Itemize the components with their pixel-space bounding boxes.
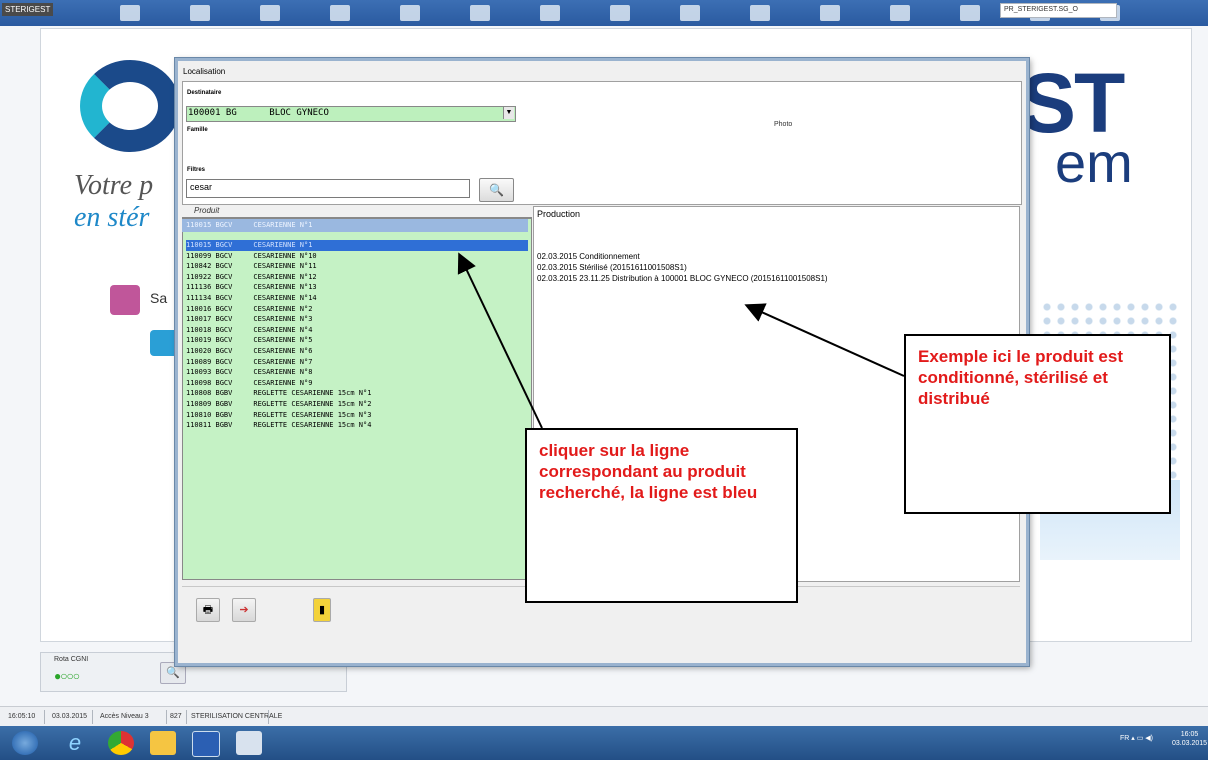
product-row[interactable]: 110016 BGCV CESARIENNE N°2 — [186, 304, 528, 315]
annotation-callout-left: cliquer sur la ligne correspondant au pr… — [525, 428, 798, 603]
toolbar-tile-icon[interactable] — [540, 5, 560, 21]
annotation-callout-right: Exemple ici le produit est conditionné, … — [904, 334, 1171, 514]
magnifier-icon: 🔍 — [489, 183, 504, 197]
background-brand-text-2: em — [1055, 131, 1133, 194]
print-icon: 🖶 — [202, 604, 214, 616]
exit-button[interactable]: ▮ — [313, 598, 331, 622]
toolbar-tile-icon[interactable] — [400, 5, 420, 21]
export-button[interactable]: ➔ — [232, 598, 256, 622]
internet-explorer-icon[interactable]: e — [62, 731, 88, 755]
background-tagline: Votre p — [74, 170, 154, 201]
status-server-field: PR_STERIGEST.SG_O — [1000, 3, 1117, 18]
toolbar-tile-icon[interactable] — [610, 5, 630, 21]
exit-door-icon: ▮ — [318, 604, 326, 616]
production-line: 02.03.2015 Stérilisé (20151611001508S1) — [537, 263, 687, 272]
chevron-down-icon[interactable]: ▼ — [503, 107, 514, 119]
status-bar: 16:05:10 03.03.2015 Accès Niveau 3 827 S… — [0, 706, 1208, 727]
product-row[interactable]: 110808 BGBV REGLETTE CESARIENNE 15cm N°1 — [186, 388, 528, 399]
famille-label: Famille — [187, 127, 208, 133]
destinataire-value: 100001 BG BLOC GYNECO — [188, 108, 329, 118]
production-line: 02.03.2015 23.11.25 Distribution à 10000… — [537, 274, 828, 283]
product-row[interactable]: 110020 BGCV CESARIENNE N°6 — [186, 346, 528, 357]
chrome-icon[interactable] — [108, 731, 134, 755]
filtre-value: cesar — [190, 182, 213, 192]
production-line: 02.03.2015 Conditionnement — [537, 252, 640, 261]
status-code: 827 — [170, 713, 182, 720]
rota-status-indicator: ●○○○ — [54, 669, 80, 683]
toolbar-tile-icon[interactable] — [750, 5, 770, 21]
toolbar-tile-icon[interactable] — [960, 5, 980, 21]
product-row[interactable]: 111134 BGCV CESARIENNE N°14 — [186, 293, 528, 304]
background-label: Sa — [150, 290, 168, 306]
product-row[interactable]: 110811 BGBV REGLETTE CESARIENNE 15cm N°4 — [186, 420, 528, 431]
export-icon: ➔ — [239, 604, 249, 616]
destinataire-label: Destinataire — [187, 90, 222, 96]
toolbar-tile-icon[interactable] — [820, 5, 840, 21]
status-date: 03.03.2015 — [52, 713, 88, 720]
product-row[interactable]: 110809 BGBV REGLETTE CESARIENNE 15cm N°2 — [186, 399, 528, 410]
product-row[interactable]: 110810 BGBV REGLETTE CESARIENNE 15cm N°3 — [186, 410, 528, 421]
product-row[interactable]: 111136 BGCV CESARIENNE N°13 — [186, 282, 528, 293]
dialog-title: Localisation — [183, 67, 226, 76]
product-row[interactable]: 110017 BGCV CESARIENNE N°3 — [186, 314, 528, 325]
product-row[interactable]: 110093 BGCV CESARIENNE N°8 — [186, 367, 528, 378]
product-row[interactable]: 110922 BGCV CESARIENNE N°12 — [186, 272, 528, 283]
start-button-icon[interactable] — [12, 731, 38, 755]
product-row[interactable]: 110089 BGCV CESARIENNE N°7 — [186, 357, 528, 368]
toolbar-tile-icon[interactable] — [330, 5, 350, 21]
product-row[interactable]: 110018 BGCV CESARIENNE N°4 — [186, 325, 528, 336]
system-tray[interactable]: FR ▴ ▭ ◀) — [1120, 734, 1153, 742]
search-button[interactable]: 🔍 — [479, 178, 514, 202]
taskbar-clock[interactable]: 16:05 03.03.2015 — [1172, 730, 1207, 748]
windows-taskbar: e — [0, 726, 1208, 760]
status-access: Accès Niveau 3 — [100, 713, 149, 720]
background-tile-icon — [110, 285, 140, 315]
toolbar-tile-icon[interactable] — [680, 5, 700, 21]
toolbar-tile-icon[interactable] — [260, 5, 280, 21]
product-row[interactable]: 110842 BGCV CESARIENNE N°11 — [186, 261, 528, 272]
print-button[interactable]: 🖶 — [196, 598, 220, 622]
photo-label: Photo — [774, 121, 793, 128]
sterigest-logo — [80, 60, 180, 152]
folder-icon[interactable] — [150, 731, 176, 755]
toolbar-tile-icon[interactable] — [890, 5, 910, 21]
product-row-selected[interactable]: 110015 BGCV CESARIENNE N°1 — [186, 240, 528, 251]
filtres-label: Filtres — [187, 167, 206, 173]
rota-label: Rota CGNI — [54, 656, 89, 663]
product-row[interactable]: 110098 BGCV CESARIENNE N°9 — [186, 378, 528, 389]
app-title: STERIGEST — [2, 3, 54, 16]
product-row[interactable]: 110019 BGCV CESARIENNE N°5 — [186, 335, 528, 346]
production-header: Production — [537, 209, 581, 219]
toolbar-tile-icon[interactable] — [120, 5, 140, 21]
background-tile-icon-2 — [150, 330, 178, 356]
toolbar-tile-icon[interactable] — [190, 5, 210, 21]
window-icon[interactable] — [236, 731, 262, 755]
magnifier-icon: 🔍 — [166, 667, 180, 679]
status-time: 16:05:10 — [8, 713, 36, 720]
filtre-input[interactable] — [186, 179, 470, 198]
background-tagline-2: en stér — [74, 202, 150, 233]
product-row[interactable]: 110099 BGCV CESARIENNE N°10 — [186, 251, 528, 262]
selected-row-top[interactable]: 110015 BGCV CESARIENNE N°1 — [182, 219, 528, 232]
sterigest-taskbar-icon[interactable] — [192, 731, 220, 757]
clock-time: 16:05 — [1180, 731, 1199, 738]
clock-date: 03.03.2015 — [1172, 740, 1208, 747]
toolbar-tile-icon[interactable] — [470, 5, 490, 21]
